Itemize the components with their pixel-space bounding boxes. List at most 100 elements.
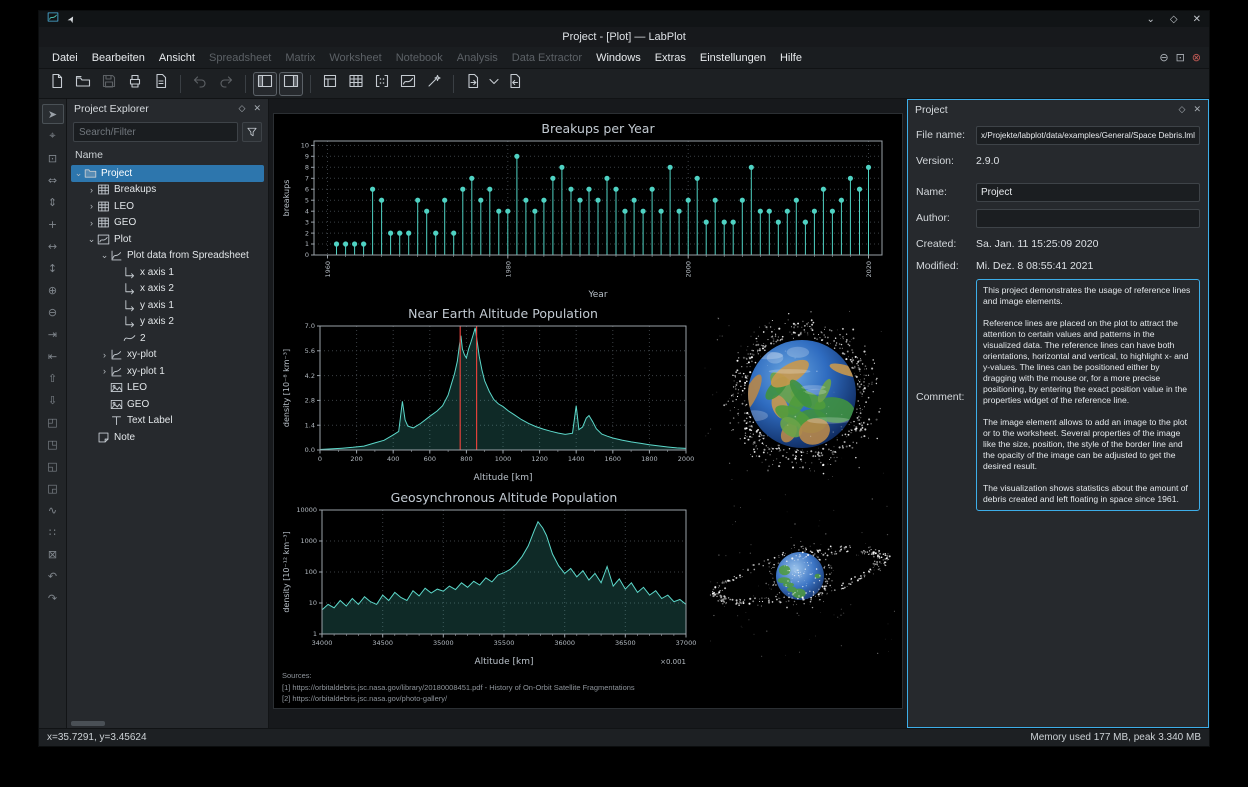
new-spreadsheet-button[interactable] [344,72,368,96]
scrollbar-thumb[interactable] [71,721,105,726]
menu-windows[interactable]: Windows [589,49,648,67]
export-button[interactable] [503,72,527,96]
author-input[interactable] [976,209,1200,228]
shift-left-x-tool[interactable]: ◰ [42,412,64,432]
zoom-select-tool[interactable]: ⊡ [42,148,64,168]
zoom-out-x-tool[interactable]: ⇤ [42,346,64,366]
chevron-right-icon[interactable]: › [86,218,97,228]
auto-scale-tool[interactable]: + [42,214,64,234]
print-button[interactable] [123,72,147,96]
zoom-out-y-tool[interactable]: ⇩ [42,390,64,410]
new-notebook-button[interactable] [422,72,446,96]
worksheet-page[interactable]: 0 1 2 3 4 5 6 7 8 9 10 1960 1980 2000 2020 Breakups per… [273,113,903,709]
zoom-in-x-tool[interactable]: ⇥ [42,324,64,344]
geo-debris-image[interactable] [704,494,896,667]
chevron-down-icon[interactable]: ⌄ [86,234,97,245]
add-grid-tool[interactable]: ∷ [42,522,64,542]
tree-item-plot[interactable]: ⌄ Plot [71,231,264,248]
near-earth-altitude-chart[interactable]: 0.0 1.4 2.8 4.2 5.6 7.0 0 200 400 600 800 1000 1200 1… [280,304,698,489]
menu-hilfe[interactable]: Hilfe [773,49,809,67]
tree-item-x-axis-1[interactable]: x axis 1 [71,264,264,281]
breakups-per-year-chart[interactable]: 0 1 2 3 4 5 6 7 8 9 10 1960 1980 2000 2020 Breakups per… [280,119,896,306]
titlebar[interactable]: ➤ ⌄ ◇ ✕ [39,11,1209,27]
menu-extras[interactable]: Extras [648,49,693,67]
shade-button[interactable]: ⌄ [1147,14,1155,25]
shift-down-y-tool[interactable]: ◲ [42,478,64,498]
name-input[interactable] [976,183,1200,202]
chevron-right-icon[interactable]: › [86,185,97,195]
zoom-in-tool[interactable]: ⊕ [42,280,64,300]
pin-icon[interactable]: ➤ [65,13,78,25]
tree-item-breakups[interactable]: › Breakups [71,182,264,199]
new-matrix-button[interactable] [370,72,394,96]
delete-element-tool[interactable]: ⊠ [42,544,64,564]
tree-item-xy-plot-1[interactable]: › xy-plot 1 [71,363,264,380]
undo-button[interactable] [188,72,212,96]
new-worksheet-button[interactable] [396,72,420,96]
mdi-close-icon[interactable]: ⊗ [1192,51,1201,64]
toggle-project-explorer-button[interactable] [253,71,277,96]
chevron-down-icon[interactable]: ⌄ [99,250,110,261]
open-project-button[interactable] [71,72,95,96]
float-panel-icon[interactable]: ◇ [1179,105,1186,115]
close-panel-icon[interactable]: ✕ [253,104,261,114]
file-name-input[interactable] [976,126,1200,145]
chevron-right-icon[interactable]: › [99,350,110,360]
tree-item-geo[interactable]: › GEO [71,215,264,232]
crosshair-tool[interactable]: ⌖ [42,126,64,146]
filter-button[interactable] [242,122,262,142]
chevron-down-icon[interactable]: ⌄ [73,168,84,179]
back-tool[interactable]: ↶ [42,566,64,586]
tree-item-project[interactable]: ⌄ Project [71,165,264,182]
float-panel-icon[interactable]: ◇ [239,104,246,114]
geosynchronous-altitude-chart[interactable]: 1 10 100 1000 10000 34000 34500 35000 35500 36000… [280,488,698,673]
close-panel-icon[interactable]: ✕ [1193,105,1201,115]
tree-item-note[interactable]: Note [71,429,264,446]
tree-item-y-axis-1[interactable]: y axis 1 [71,297,264,314]
maximize-button[interactable]: ◇ [1170,14,1178,25]
menu-einstellungen[interactable]: Einstellungen [693,49,773,67]
redo-button[interactable] [214,72,238,96]
auto-scale-y-tool[interactable]: ↕ [42,258,64,278]
tree-item-text-label[interactable]: Text Label [71,413,264,430]
new-project-button[interactable] [45,72,69,96]
save-project-button[interactable] [97,72,121,96]
zoom-out-tool[interactable]: ⊖ [42,302,64,322]
tree-item-geo[interactable]: GEO [71,396,264,413]
shift-right-x-tool[interactable]: ◳ [42,434,64,454]
sources-text-label[interactable]: Sources: [1] https://orbitaldebris.jsc.n… [282,670,635,705]
explorer-horizontal-scrollbar[interactable] [67,719,268,728]
toggle-properties-explorer-button[interactable] [279,71,303,96]
chevron-right-icon[interactable]: › [99,366,110,376]
menu-datei[interactable]: Datei [45,49,85,67]
mdi-restore-icon[interactable]: ⊡ [1176,51,1185,64]
tree-item-leo[interactable]: LEO [71,380,264,397]
import-dropdown-button[interactable] [487,72,501,96]
chevron-right-icon[interactable]: › [86,201,97,211]
import-file-button[interactable] [461,72,485,96]
add-curve-tool[interactable]: ∿ [42,500,64,520]
tree-item-y-axis-2[interactable]: y axis 2 [71,314,264,331]
menu-ansicht[interactable]: Ansicht [152,49,202,67]
forward-tool[interactable]: ↷ [42,588,64,608]
close-button[interactable]: ✕ [1193,14,1201,25]
auto-scale-x-tool[interactable]: ↔ [42,236,64,256]
leo-debris-image[interactable] [704,308,896,485]
new-workbook-button[interactable] [318,72,342,96]
zoom-y-select-tool[interactable]: ⇕ [42,192,64,212]
select-tool[interactable]: ➤ [41,104,64,124]
mdi-minimize-icon[interactable]: ⊖ [1159,51,1168,64]
tree-item-xy-plot[interactable]: › xy-plot [71,347,264,364]
zoom-x-select-tool[interactable]: ⇔ [42,170,64,190]
search-input[interactable] [73,122,238,142]
comment-box[interactable]: This project demonstrates the usage of r… [976,279,1200,511]
tree-item-leo[interactable]: › LEO [71,198,264,215]
tree-item-2[interactable]: 2 [71,330,264,347]
tree-item-plot-data-from-spreadsheet[interactable]: ⌄ Plot data from Spreadsheet [71,248,264,265]
shift-up-y-tool[interactable]: ◱ [42,456,64,476]
zoom-in-y-tool[interactable]: ⇧ [42,368,64,388]
worksheet-icon [400,73,416,94]
tree-item-x-axis-2[interactable]: x axis 2 [71,281,264,298]
menu-bearbeiten[interactable]: Bearbeiten [85,49,152,67]
print-preview-button[interactable] [149,72,173,96]
